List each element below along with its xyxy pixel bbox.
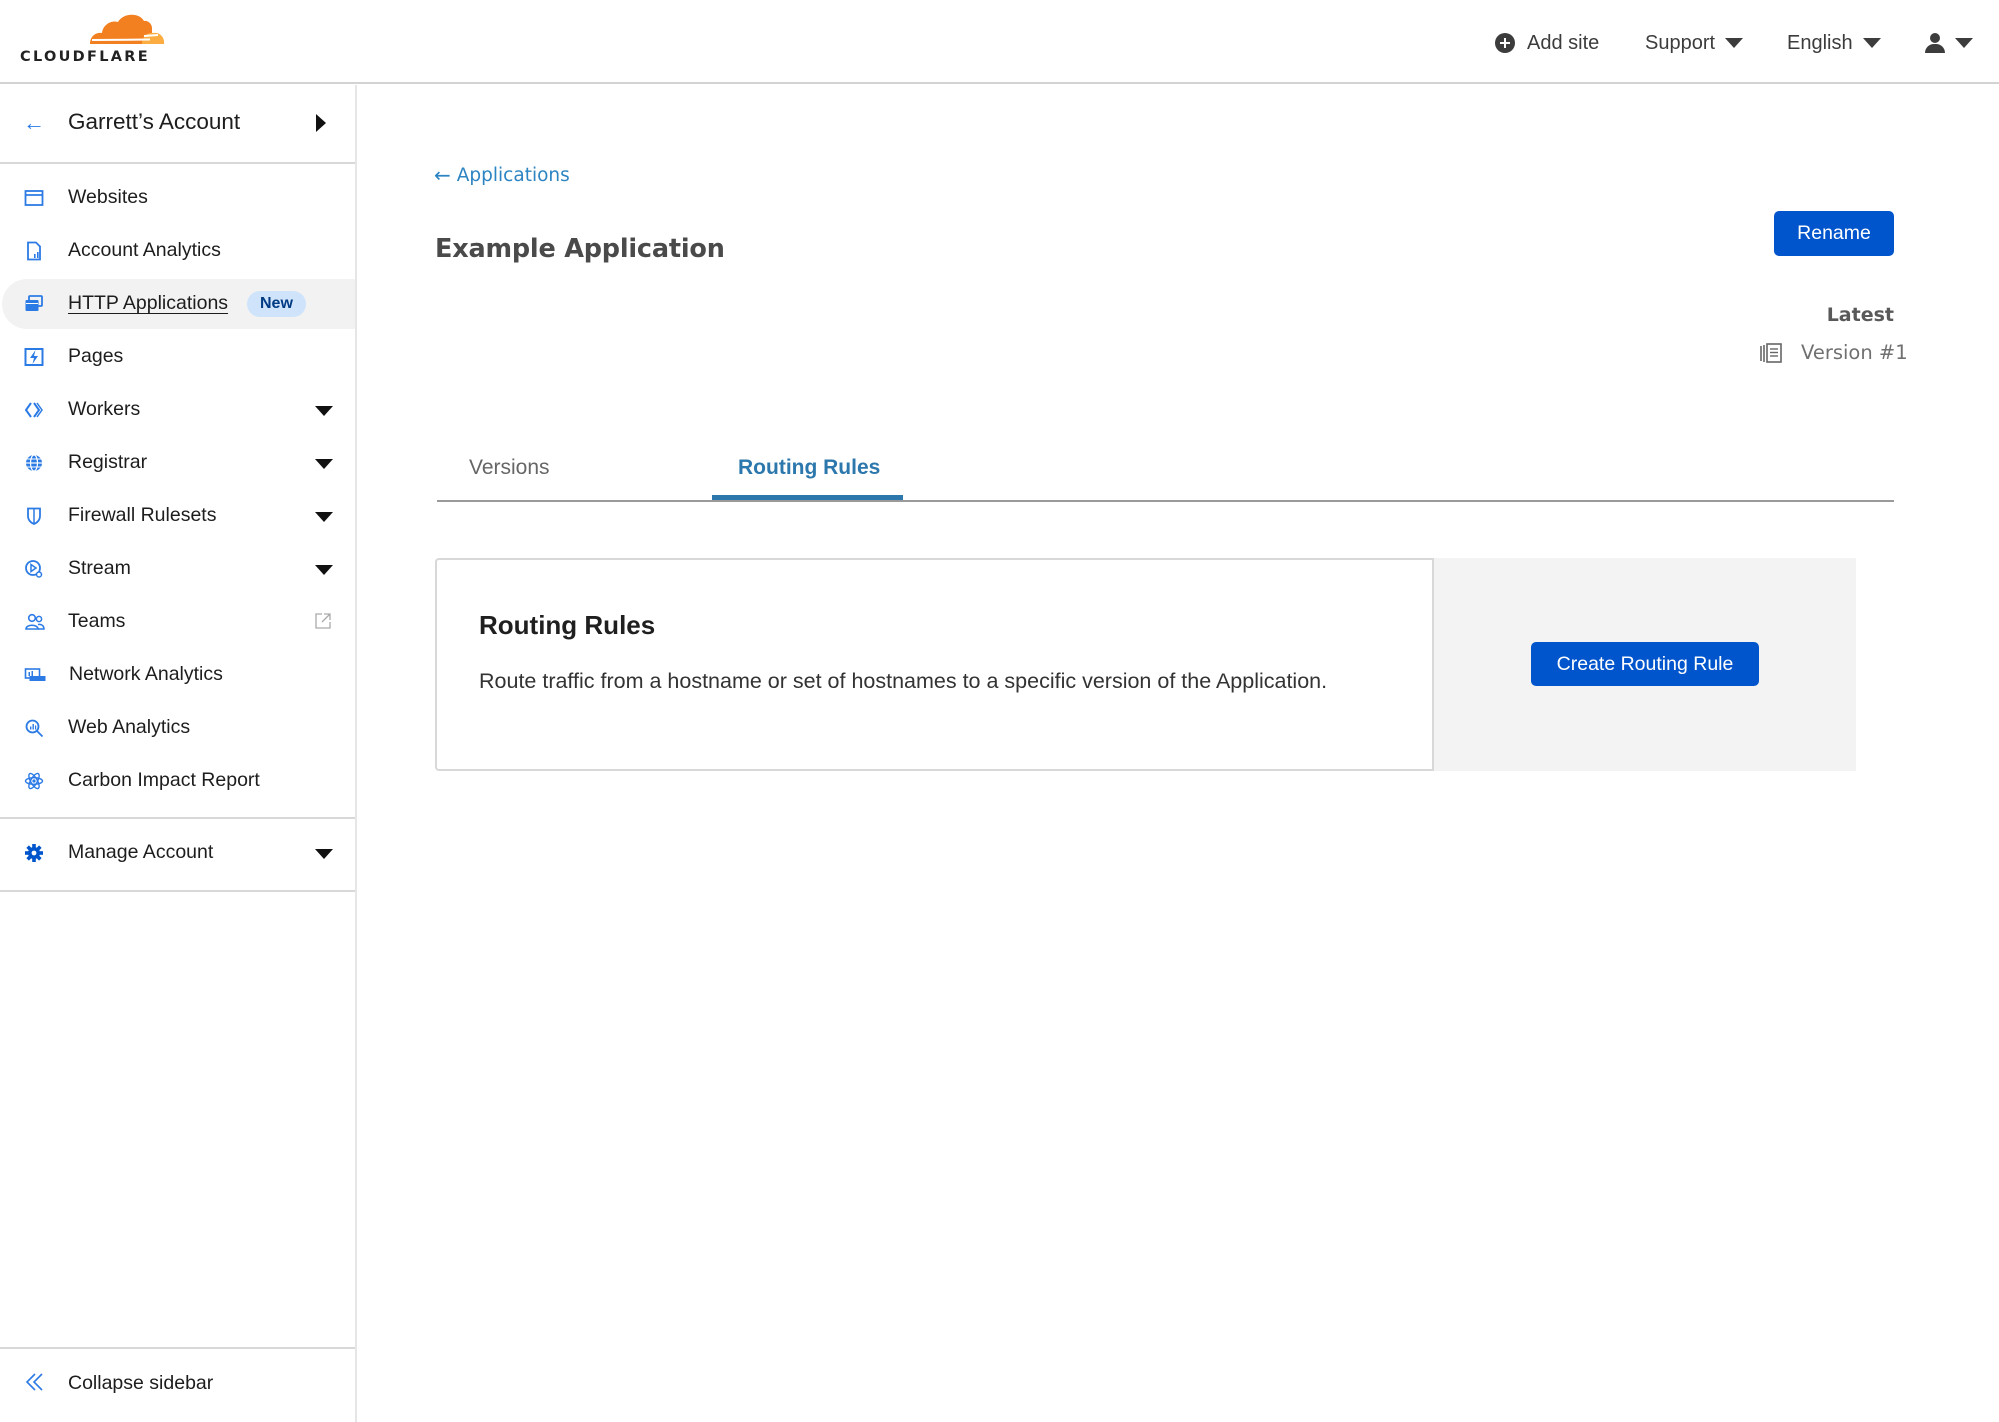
browser-window-icon (24, 190, 44, 206)
workers-icon (24, 402, 43, 418)
sidebar-item-label: Firewall Rulesets (68, 504, 217, 526)
sidebar: ← Garrett’s Account Websites Account Ana… (0, 85, 357, 1422)
latest-version: Version #1 (1759, 341, 1908, 364)
card-title: Routing Rules (479, 610, 656, 640)
caret-down-icon[interactable] (315, 406, 333, 416)
sidebar-item-workers[interactable]: Workers (0, 385, 355, 435)
external-link-icon (315, 613, 331, 629)
cloud-icon (90, 14, 165, 44)
sidebar-item-label: Workers (68, 398, 141, 420)
arrow-left-icon[interactable]: ← (23, 112, 45, 134)
arrow-left-icon: ← (434, 163, 451, 187)
language-dropdown[interactable]: English (1787, 26, 1881, 60)
collapse-sidebar-label: Collapse sidebar (68, 1372, 214, 1394)
sidebar-item-label: Pages (68, 345, 124, 367)
page-title: Example Application (435, 234, 725, 264)
support-label: Support (1645, 31, 1716, 54)
sidebar-item-label: Manage Account (68, 841, 214, 863)
caret-down-icon[interactable] (315, 512, 333, 522)
sidebar-item-web-analytics[interactable]: Web Analytics (0, 703, 355, 753)
sidebar-item-label: Registrar (68, 451, 148, 473)
sidebar-item-label: Websites (68, 186, 148, 208)
users-icon (25, 613, 45, 630)
sidebar-item-firewall-rulesets[interactable]: Firewall Rulesets (0, 491, 355, 541)
breadcrumb-applications-link[interactable]: ← Applications (434, 163, 570, 187)
sidebar-item-label: Teams (68, 610, 126, 632)
network-icon (24, 668, 46, 681)
sidebar-item-pages[interactable]: Pages (0, 332, 355, 382)
user-menu-dropdown[interactable] (1925, 26, 1973, 60)
caret-down-icon (1725, 38, 1744, 48)
document-chart-icon (27, 241, 41, 261)
caret-down-icon (1955, 38, 1973, 48)
magnifier-chart-icon (25, 719, 44, 738)
sidebar-item-http-applications[interactable]: HTTP Applications New (2, 279, 355, 329)
active-tab-indicator (712, 495, 903, 500)
cloudflare-logo[interactable]: CLOUDFLARE (18, 12, 168, 66)
atom-icon (24, 772, 44, 790)
tab-routing-rules[interactable]: Routing Rules (738, 456, 880, 480)
versions-stack-icon (1760, 342, 1782, 363)
caret-down-icon[interactable] (315, 565, 333, 575)
caret-down-icon[interactable] (315, 459, 333, 469)
caret-down-icon[interactable] (315, 849, 333, 859)
routing-rules-card: Routing Rules Route traffic from a hostn… (435, 558, 1434, 771)
tab-bar: Versions Routing Rules (437, 440, 1894, 502)
sidebar-item-teams[interactable]: Teams (0, 597, 355, 647)
support-dropdown[interactable]: Support (1645, 26, 1744, 60)
new-badge: New (247, 291, 306, 317)
sidebar-item-label: Web Analytics (68, 716, 191, 738)
shield-icon (27, 507, 41, 525)
collapse-sidebar-button[interactable]: Collapse sidebar (0, 1349, 355, 1419)
sidebar-item-label: Stream (68, 557, 131, 579)
play-circle-icon (25, 560, 43, 578)
sidebar-item-label: Carbon Impact Report (68, 769, 260, 791)
sidebar-item-label: HTTP Applications (68, 292, 229, 314)
sidebar-item-manage-account[interactable]: Manage Account (0, 828, 355, 878)
add-site-button[interactable]: Add site (1495, 26, 1599, 60)
top-header: CLOUDFLARE Add site Support English (0, 0, 1999, 84)
user-icon (1925, 33, 1945, 53)
sidebar-item-account-analytics[interactable]: Account Analytics (0, 226, 355, 276)
plus-circle-icon (1495, 33, 1515, 53)
latest-label: Latest (1826, 304, 1894, 326)
tab-versions[interactable]: Versions (469, 456, 550, 480)
account-name: Garrett’s Account (68, 109, 241, 134)
lightning-icon (24, 348, 44, 366)
rename-button[interactable]: Rename (1774, 211, 1894, 256)
caret-down-icon (1862, 38, 1881, 48)
logo-wordmark: CLOUDFLARE (20, 49, 150, 65)
language-label: English (1787, 31, 1853, 54)
gear-icon (25, 844, 43, 862)
sidebar-item-stream[interactable]: Stream (0, 544, 355, 594)
divider (0, 817, 355, 819)
caret-right-icon (316, 114, 326, 132)
globe-icon (26, 454, 42, 472)
breadcrumb-label: Applications (456, 164, 570, 186)
card-description: Route traffic from a hostname or set of … (479, 669, 1328, 693)
add-site-label: Add site (1527, 31, 1600, 54)
version-label: Version #1 (1801, 341, 1908, 364)
divider (0, 162, 355, 164)
account-switcher[interactable]: ← Garrett’s Account (0, 85, 355, 162)
create-routing-rule-button[interactable]: Create Routing Rule (1531, 642, 1759, 686)
stacked-windows-icon (25, 295, 43, 311)
sidebar-item-websites[interactable]: Websites (0, 173, 355, 223)
sidebar-item-label: Network Analytics (69, 663, 223, 685)
sidebar-item-carbon-impact-report[interactable]: Carbon Impact Report (0, 756, 355, 806)
double-chevron-left-icon (25, 1373, 43, 1391)
sidebar-item-registrar[interactable]: Registrar (0, 438, 355, 488)
sidebar-item-label: Account Analytics (68, 239, 221, 261)
sidebar-item-network-analytics[interactable]: Network Analytics (0, 650, 355, 700)
divider (0, 890, 355, 892)
